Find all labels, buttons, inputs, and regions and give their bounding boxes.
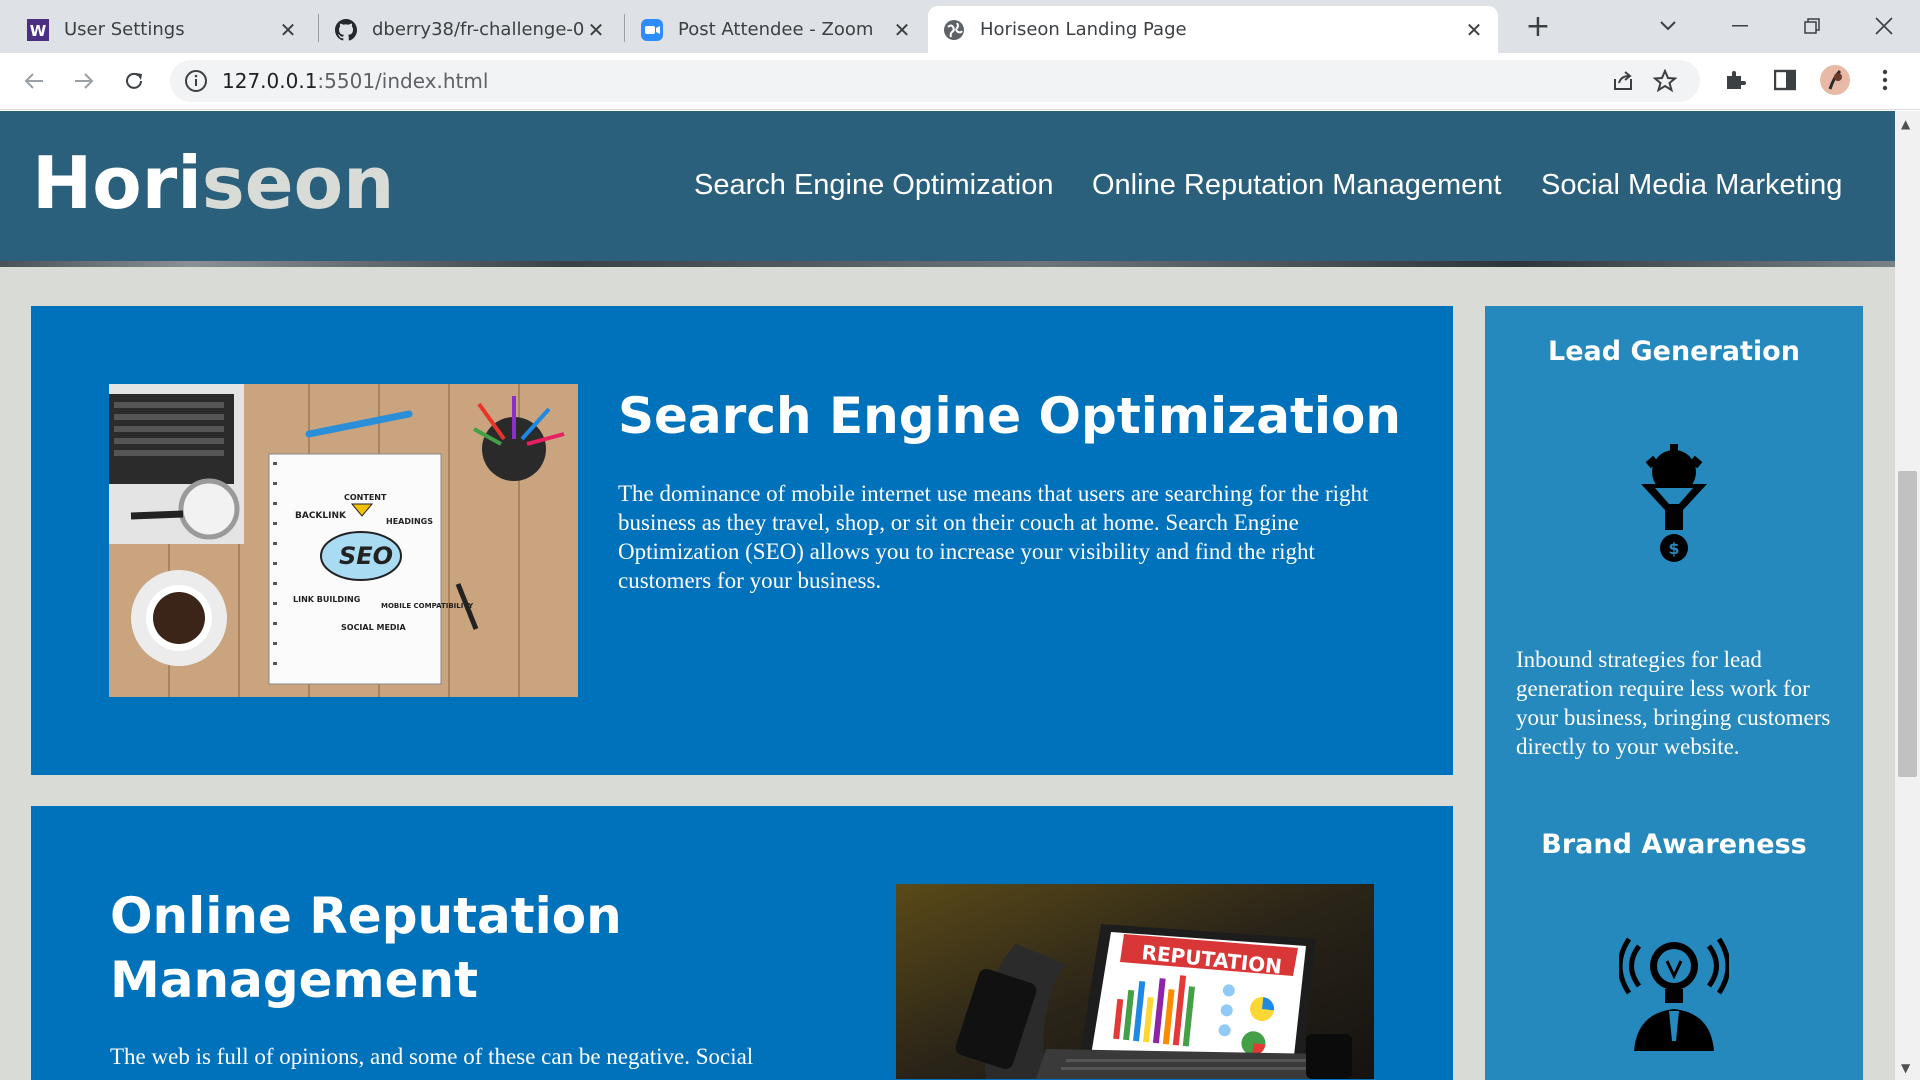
scroll-up-icon[interactable]: ▲ — [1901, 117, 1910, 131]
tab-title: dberry38/fr-challenge-01: Repo f — [372, 19, 586, 40]
nav-link-reputation[interactable]: Online Reputation Management — [1092, 169, 1501, 202]
svg-text:$: $ — [1668, 539, 1679, 558]
benefits-sidebar: Lead Generation $ Inbound strategies for… — [1485, 306, 1863, 1080]
seo-image: CONTENT BACKLINK HEADINGS SEO LINK BUILD… — [109, 384, 578, 697]
seo-section: CONTENT BACKLINK HEADINGS SEO LINK BUILD… — [31, 306, 1453, 775]
globe-icon — [942, 18, 966, 42]
github-icon — [334, 18, 358, 42]
close-tab-icon[interactable]: ✕ — [892, 18, 912, 42]
nav-link-social[interactable]: Social Media Marketing — [1541, 169, 1842, 202]
nav-link-seo[interactable]: Search Engine Optimization — [694, 169, 1053, 202]
site-info-icon[interactable] — [184, 69, 208, 93]
tab-search-icon[interactable] — [1648, 8, 1688, 44]
bookmark-star-icon[interactable] — [1652, 68, 1678, 94]
restore-icon[interactable] — [1792, 8, 1832, 44]
w-logo-icon: W — [26, 18, 50, 42]
image-word: MOBILE COMPATIBILITY — [381, 602, 474, 610]
image-word: LINK BUILDING — [293, 595, 360, 604]
image-word: HEADINGS — [386, 517, 433, 526]
site-logo[interactable]: Horiseon — [32, 141, 394, 225]
image-word: BACKLINK — [295, 511, 347, 521]
side-panel-icon[interactable] — [1770, 65, 1800, 95]
tab-user-settings[interactable]: W User Settings ✕ — [12, 6, 312, 53]
url-path: :5501/index.html — [317, 69, 489, 93]
reload-icon[interactable] — [116, 63, 152, 99]
share-icon[interactable] — [1610, 68, 1636, 94]
logo-main: Hori — [32, 141, 202, 225]
page-scrollbar[interactable]: ▲ ▼ — [1895, 111, 1920, 1080]
seo-text: The dominance of mobile internet use mea… — [618, 481, 1369, 593]
brand-awareness-title: Brand Awareness — [1541, 829, 1807, 860]
close-tab-icon[interactable]: ✕ — [586, 18, 606, 42]
logo-accent: seon — [201, 141, 395, 225]
reputation-title-line-1: Online Reputation — [110, 887, 622, 945]
zoom-icon — [640, 18, 664, 42]
forward-icon[interactable] — [66, 63, 102, 99]
image-word: CONTENT — [344, 493, 387, 502]
tab-title: Post Attendee - Zoom — [678, 19, 874, 40]
browser-toolbar: 127.0.0.1:5501/index.html — [0, 53, 1920, 110]
close-window-icon[interactable] — [1864, 8, 1904, 44]
tab-zoom[interactable]: Post Attendee - Zoom ✕ — [626, 6, 926, 53]
tab-divider — [318, 14, 319, 42]
address-bar[interactable]: 127.0.0.1:5501/index.html — [170, 60, 1700, 102]
lead-generation-text: Inbound strategies for lead generation r… — [1516, 647, 1831, 759]
reputation-title: Online Reputation Management — [110, 884, 750, 1012]
reputation-text: The web is full of opinions, and some of… — [110, 1044, 754, 1069]
url-text: 127.0.0.1:5501/index.html — [222, 69, 488, 93]
lead-generation-icon: $ — [1639, 444, 1709, 564]
new-tab-button[interactable]: + — [1520, 10, 1556, 46]
tab-title: User Settings — [64, 19, 185, 40]
seo-title: Search Engine Optimization — [618, 387, 1401, 445]
image-word: SEO — [339, 542, 393, 570]
reputation-section: Online Reputation Management The web is … — [31, 806, 1453, 1080]
tab-divider — [624, 14, 625, 42]
url-host: 127.0.0.1 — [222, 69, 318, 93]
tab-github[interactable]: dberry38/fr-challenge-01: Repo f ✕ — [320, 6, 620, 53]
profile-avatar-icon[interactable] — [1820, 65, 1850, 95]
image-word: SOCIAL MEDIA — [341, 623, 407, 632]
lead-generation-title: Lead Generation — [1548, 336, 1800, 367]
brand-awareness-icon — [1617, 931, 1731, 1051]
site-header: Horiseon Search Engine Optimization Onli… — [0, 111, 1895, 266]
back-icon[interactable] — [16, 63, 52, 99]
tab-title: Horiseon Landing Page — [980, 19, 1187, 40]
scroll-down-icon[interactable]: ▼ — [1901, 1061, 1910, 1075]
header-bottom-border — [0, 261, 1895, 267]
minimize-icon[interactable] — [1720, 8, 1760, 44]
scrollbar-thumb[interactable] — [1898, 471, 1917, 777]
menu-kebab-icon[interactable] — [1870, 65, 1900, 95]
close-tab-icon[interactable]: ✕ — [278, 18, 298, 42]
reputation-image: REPUTATION — [896, 884, 1374, 1079]
page-viewport: Horiseon Search Engine Optimization Onli… — [0, 111, 1920, 1080]
extensions-icon[interactable] — [1720, 65, 1750, 95]
close-tab-icon[interactable]: ✕ — [1464, 18, 1484, 42]
tab-horiseon[interactable]: Horiseon Landing Page ✕ — [928, 6, 1498, 53]
svg-text:W: W — [30, 22, 47, 40]
tab-strip: W User Settings ✕ dberry38/fr-challenge-… — [0, 0, 1920, 53]
reputation-title-line-2: Management — [110, 951, 479, 1009]
